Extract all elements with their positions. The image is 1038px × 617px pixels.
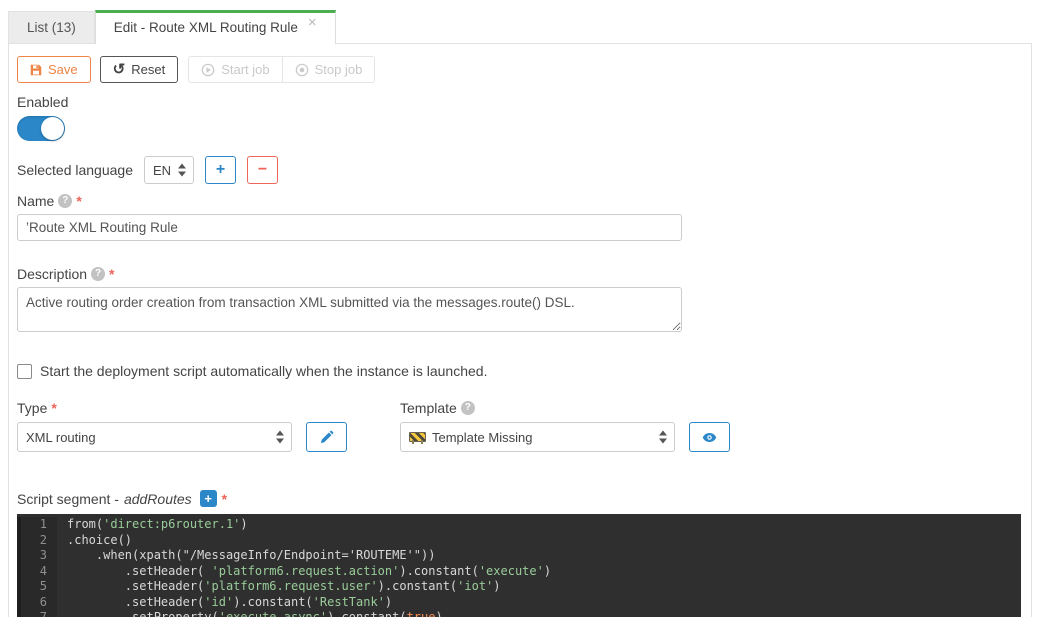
language-label: Selected language	[17, 162, 133, 178]
stop-job-button[interactable]: Stop job	[282, 56, 376, 83]
autostart-label: Start the deployment script automaticall…	[40, 363, 487, 379]
reset-icon: ↺	[113, 62, 126, 77]
type-value: XML routing	[26, 430, 96, 445]
script-segment-label: Script segment -	[17, 491, 119, 507]
enabled-toggle[interactable]	[17, 116, 65, 141]
toggle-knob	[41, 117, 64, 140]
type-label: Type	[17, 400, 47, 416]
stop-circle-icon	[295, 63, 309, 77]
tab-edit-label: Edit - Route XML Routing Rule	[114, 20, 298, 35]
template-label: Template	[400, 400, 457, 416]
required-asterisk: *	[109, 266, 114, 282]
save-label: Save	[48, 62, 78, 77]
select-arrows-icon	[178, 164, 187, 177]
play-circle-icon	[201, 63, 215, 77]
language-value: EN	[153, 163, 171, 178]
description-label: Description	[17, 266, 87, 282]
reset-button[interactable]: ↺ Reset	[100, 56, 179, 83]
code-line: 5 .setHeader('platform6.request.user').c…	[17, 579, 1021, 595]
code-line: 1from('direct:p6router.1')	[17, 517, 1021, 533]
reset-label: Reset	[131, 62, 165, 77]
close-icon[interactable]: ×	[308, 14, 317, 31]
save-button[interactable]: Save	[17, 56, 91, 83]
plus-icon: +	[204, 491, 212, 506]
tab-bar: List (13) Edit - Route XML Routing Rule ×	[0, 10, 1038, 43]
remove-language-button[interactable]: −	[247, 156, 278, 184]
name-input[interactable]	[17, 214, 682, 241]
language-select[interactable]: EN	[144, 156, 194, 184]
help-icon[interactable]: ?	[91, 267, 105, 281]
edit-type-button[interactable]	[306, 422, 347, 452]
tab-list-label: List (13)	[27, 20, 76, 35]
edit-panel: Save ↺ Reset Start job Stop job	[8, 43, 1032, 617]
plus-icon: +	[216, 161, 225, 178]
select-arrows-icon	[659, 431, 668, 444]
minus-icon: −	[258, 161, 267, 178]
script-method-name: addRoutes	[124, 491, 192, 507]
toolbar: Save ↺ Reset Start job Stop job	[17, 56, 1023, 83]
description-textarea[interactable]: Active routing order creation from trans…	[17, 287, 682, 332]
autostart-checkbox[interactable]	[17, 364, 32, 379]
pencil-icon	[319, 430, 334, 445]
help-icon[interactable]: ?	[461, 401, 475, 415]
name-label: Name	[17, 193, 54, 209]
template-select[interactable]: Template Missing	[400, 422, 675, 452]
add-language-button[interactable]: +	[205, 156, 236, 184]
start-job-label: Start job	[221, 62, 269, 77]
code-editor[interactable]: 1from('direct:p6router.1')2.choice()3 .w…	[17, 514, 1021, 617]
help-icon[interactable]: ?	[58, 194, 72, 208]
floppy-icon	[30, 64, 42, 76]
tab-list[interactable]: List (13)	[8, 11, 95, 43]
construction-barrier-icon	[409, 431, 426, 444]
code-line: 4 .setHeader( 'platform6.request.action'…	[17, 564, 1021, 580]
code-line: 6 .setHeader('id').constant('RestTank')	[17, 595, 1021, 611]
select-arrows-icon	[276, 431, 285, 444]
tab-edit[interactable]: Edit - Route XML Routing Rule ×	[95, 10, 336, 44]
code-line: 7 .setProperty('execute.async').constant…	[17, 610, 1021, 617]
required-asterisk: *	[76, 193, 81, 209]
view-template-button[interactable]	[689, 422, 730, 452]
job-button-group: Start job Stop job	[188, 56, 375, 83]
start-job-button[interactable]: Start job	[188, 56, 282, 83]
required-asterisk: *	[222, 491, 227, 507]
code-line: 2.choice()	[17, 533, 1021, 549]
required-asterisk: *	[51, 400, 56, 416]
enabled-label: Enabled	[17, 94, 1023, 110]
code-line: 3 .when(xpath("/MessageInfo/Endpoint='RO…	[17, 548, 1021, 564]
stop-job-label: Stop job	[315, 62, 363, 77]
template-value: Template Missing	[432, 430, 532, 445]
eye-icon	[701, 430, 718, 445]
type-select[interactable]: XML routing	[17, 422, 292, 452]
add-script-button[interactable]: +	[200, 490, 217, 507]
